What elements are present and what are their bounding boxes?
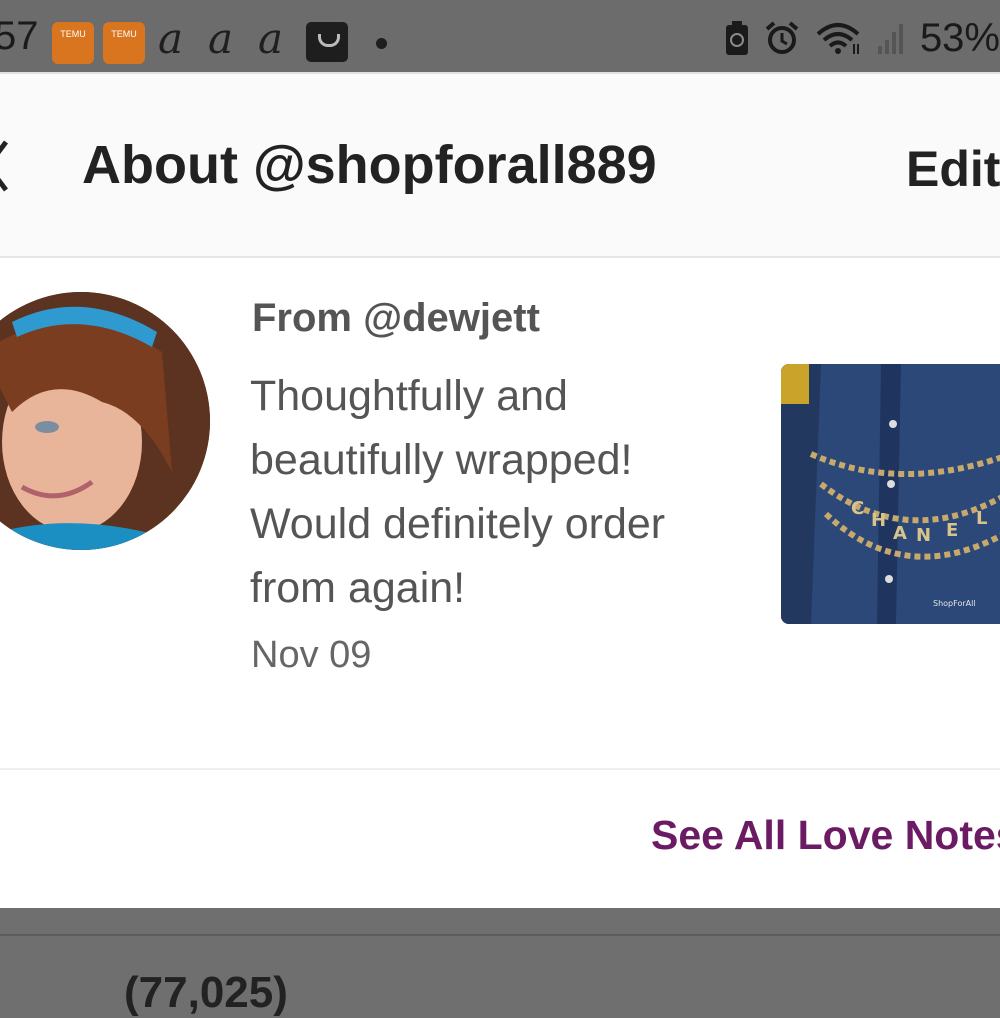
alarm-icon bbox=[765, 21, 799, 54]
svg-text:C: C bbox=[851, 498, 864, 519]
note-photo[interactable]: C H A N E L ShopForAll bbox=[781, 364, 1000, 624]
script-a-icon: a bbox=[158, 14, 184, 63]
svg-text:ShopForAll: ShopForAll bbox=[933, 599, 976, 608]
note-author: From @dewjett bbox=[252, 296, 540, 340]
background-rating-count: (77,025) bbox=[124, 968, 288, 1017]
notification-dot-icon bbox=[376, 38, 387, 49]
svg-text:A: A bbox=[893, 523, 907, 544]
status-time: 57 bbox=[0, 14, 39, 58]
note-date: Nov 09 bbox=[251, 634, 372, 676]
sheet-header: About @shopforall889 Edit bbox=[0, 74, 1000, 258]
temu-app-icon: TEMU bbox=[103, 22, 145, 64]
page-title: About @shopforall889 bbox=[82, 135, 657, 195]
script-a-icon: a bbox=[208, 14, 234, 63]
battery-percentage: 53% bbox=[919, 15, 1000, 60]
note-text: Thoughtfully and beautifully wrapped! Wo… bbox=[250, 372, 666, 612]
back-chevron-icon[interactable] bbox=[0, 136, 12, 196]
svg-text:N: N bbox=[916, 525, 931, 546]
svg-text:L: L bbox=[976, 508, 987, 529]
divider bbox=[0, 934, 1000, 936]
avatar[interactable] bbox=[0, 292, 210, 550]
edit-button[interactable]: Edit bbox=[906, 140, 1000, 198]
svg-text:E: E bbox=[946, 520, 958, 541]
shopping-bag-icon bbox=[306, 22, 348, 62]
battery-saver-icon bbox=[725, 21, 748, 55]
script-a-icon: a bbox=[258, 14, 284, 63]
about-sheet: About @shopforall889 Edit From @dewjett … bbox=[0, 72, 1000, 908]
temu-app-icon: TEMU bbox=[52, 22, 94, 64]
divider bbox=[0, 768, 1000, 770]
signal-icon bbox=[877, 24, 903, 54]
status-bar: 57 TEMU TEMU a a a 53% bbox=[0, 0, 1000, 72]
svg-text:H: H bbox=[871, 510, 886, 531]
see-all-love-notes-link[interactable]: See All Love Notes bbox=[651, 812, 1000, 859]
wifi-icon bbox=[816, 23, 860, 54]
